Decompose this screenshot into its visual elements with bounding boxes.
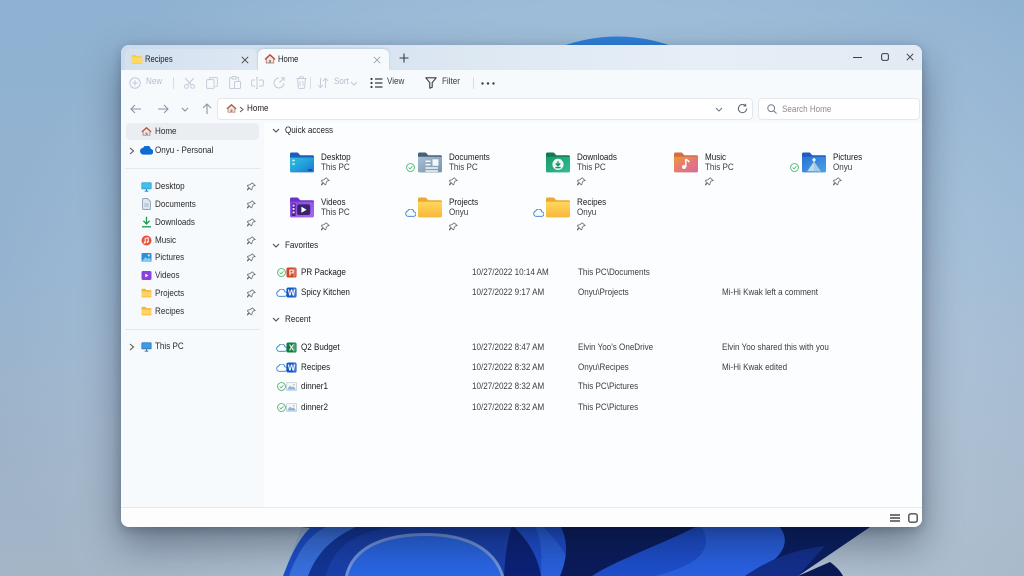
svg-text:X: X [289,343,295,352]
svg-text:W: W [288,288,296,297]
svg-text:W: W [288,363,296,372]
svg-text:P: P [289,268,294,277]
